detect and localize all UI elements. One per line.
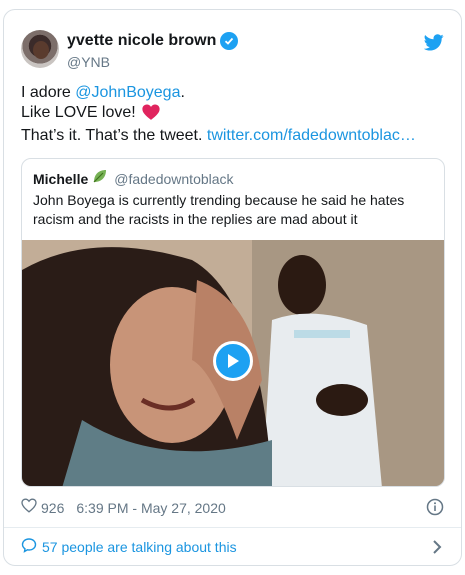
tweet-header: yvette nicole brown @YNB [21, 30, 444, 74]
quoted-author-handle: @fadedowntoblack [114, 170, 234, 187]
author-handle[interactable]: @YNB [67, 54, 110, 70]
comment-bubble-icon [21, 537, 37, 558]
play-icon [228, 354, 239, 368]
quoted-header: Michelle @fadedowntoblack [33, 168, 234, 189]
author-name[interactable]: yvette nicole brown [67, 32, 216, 50]
tweet-meta: 926 6:39 PM - May 27, 2020 [21, 497, 444, 519]
mention-link[interactable]: @JohnBoyega [75, 84, 180, 101]
leaf-emoji [92, 168, 108, 189]
tweet-line-3: That’s it. That’s the tweet. twitter.com… [21, 126, 444, 146]
tweet-text: I adore @JohnBoyega. Like LOVE love! Tha… [21, 83, 444, 146]
quoted-tweet[interactable]: Michelle @fadedowntoblack John Boyega is… [21, 158, 445, 487]
tweet-timestamp[interactable]: 6:39 PM - May 27, 2020 [76, 500, 225, 516]
play-button[interactable] [213, 341, 253, 381]
tweet-embed-card: yvette nicole brown @YNB I adore @JohnBo… [3, 9, 462, 566]
tweet-text-segment: . [180, 84, 185, 101]
talking-count-link[interactable]: 57 people are talking about this [42, 539, 237, 555]
verified-badge-icon [220, 32, 239, 50]
tweet-line-1: I adore @JohnBoyega. [21, 83, 444, 103]
quoted-tweet-text: John Boyega is currently trending becaus… [33, 192, 405, 227]
tweet-line-2: Like LOVE love! [21, 103, 444, 126]
tweet-text-segment: Like LOVE love! [21, 104, 136, 121]
author-avatar[interactable] [21, 30, 59, 68]
twitter-bird-icon[interactable] [423, 34, 444, 56]
heart-outline-icon[interactable] [21, 498, 37, 518]
chevron-right-icon[interactable] [432, 539, 442, 560]
footer-divider [4, 527, 461, 528]
video-thumbnail[interactable] [22, 240, 444, 486]
tweet-text-segment: That’s it. That’s the tweet. [21, 127, 207, 144]
tweet-text-segment: I adore [21, 84, 76, 101]
author-name-row: yvette nicole brown [67, 32, 239, 50]
like-count[interactable]: 926 [41, 500, 64, 516]
conversation-footer[interactable]: 57 people are talking about this [21, 536, 444, 558]
quoted-tweet-link[interactable]: twitter.com/fadedowntoblac… [207, 127, 416, 144]
info-icon[interactable] [426, 498, 444, 521]
red-heart-emoji [142, 104, 160, 126]
quoted-author-name: Michelle [33, 170, 89, 187]
